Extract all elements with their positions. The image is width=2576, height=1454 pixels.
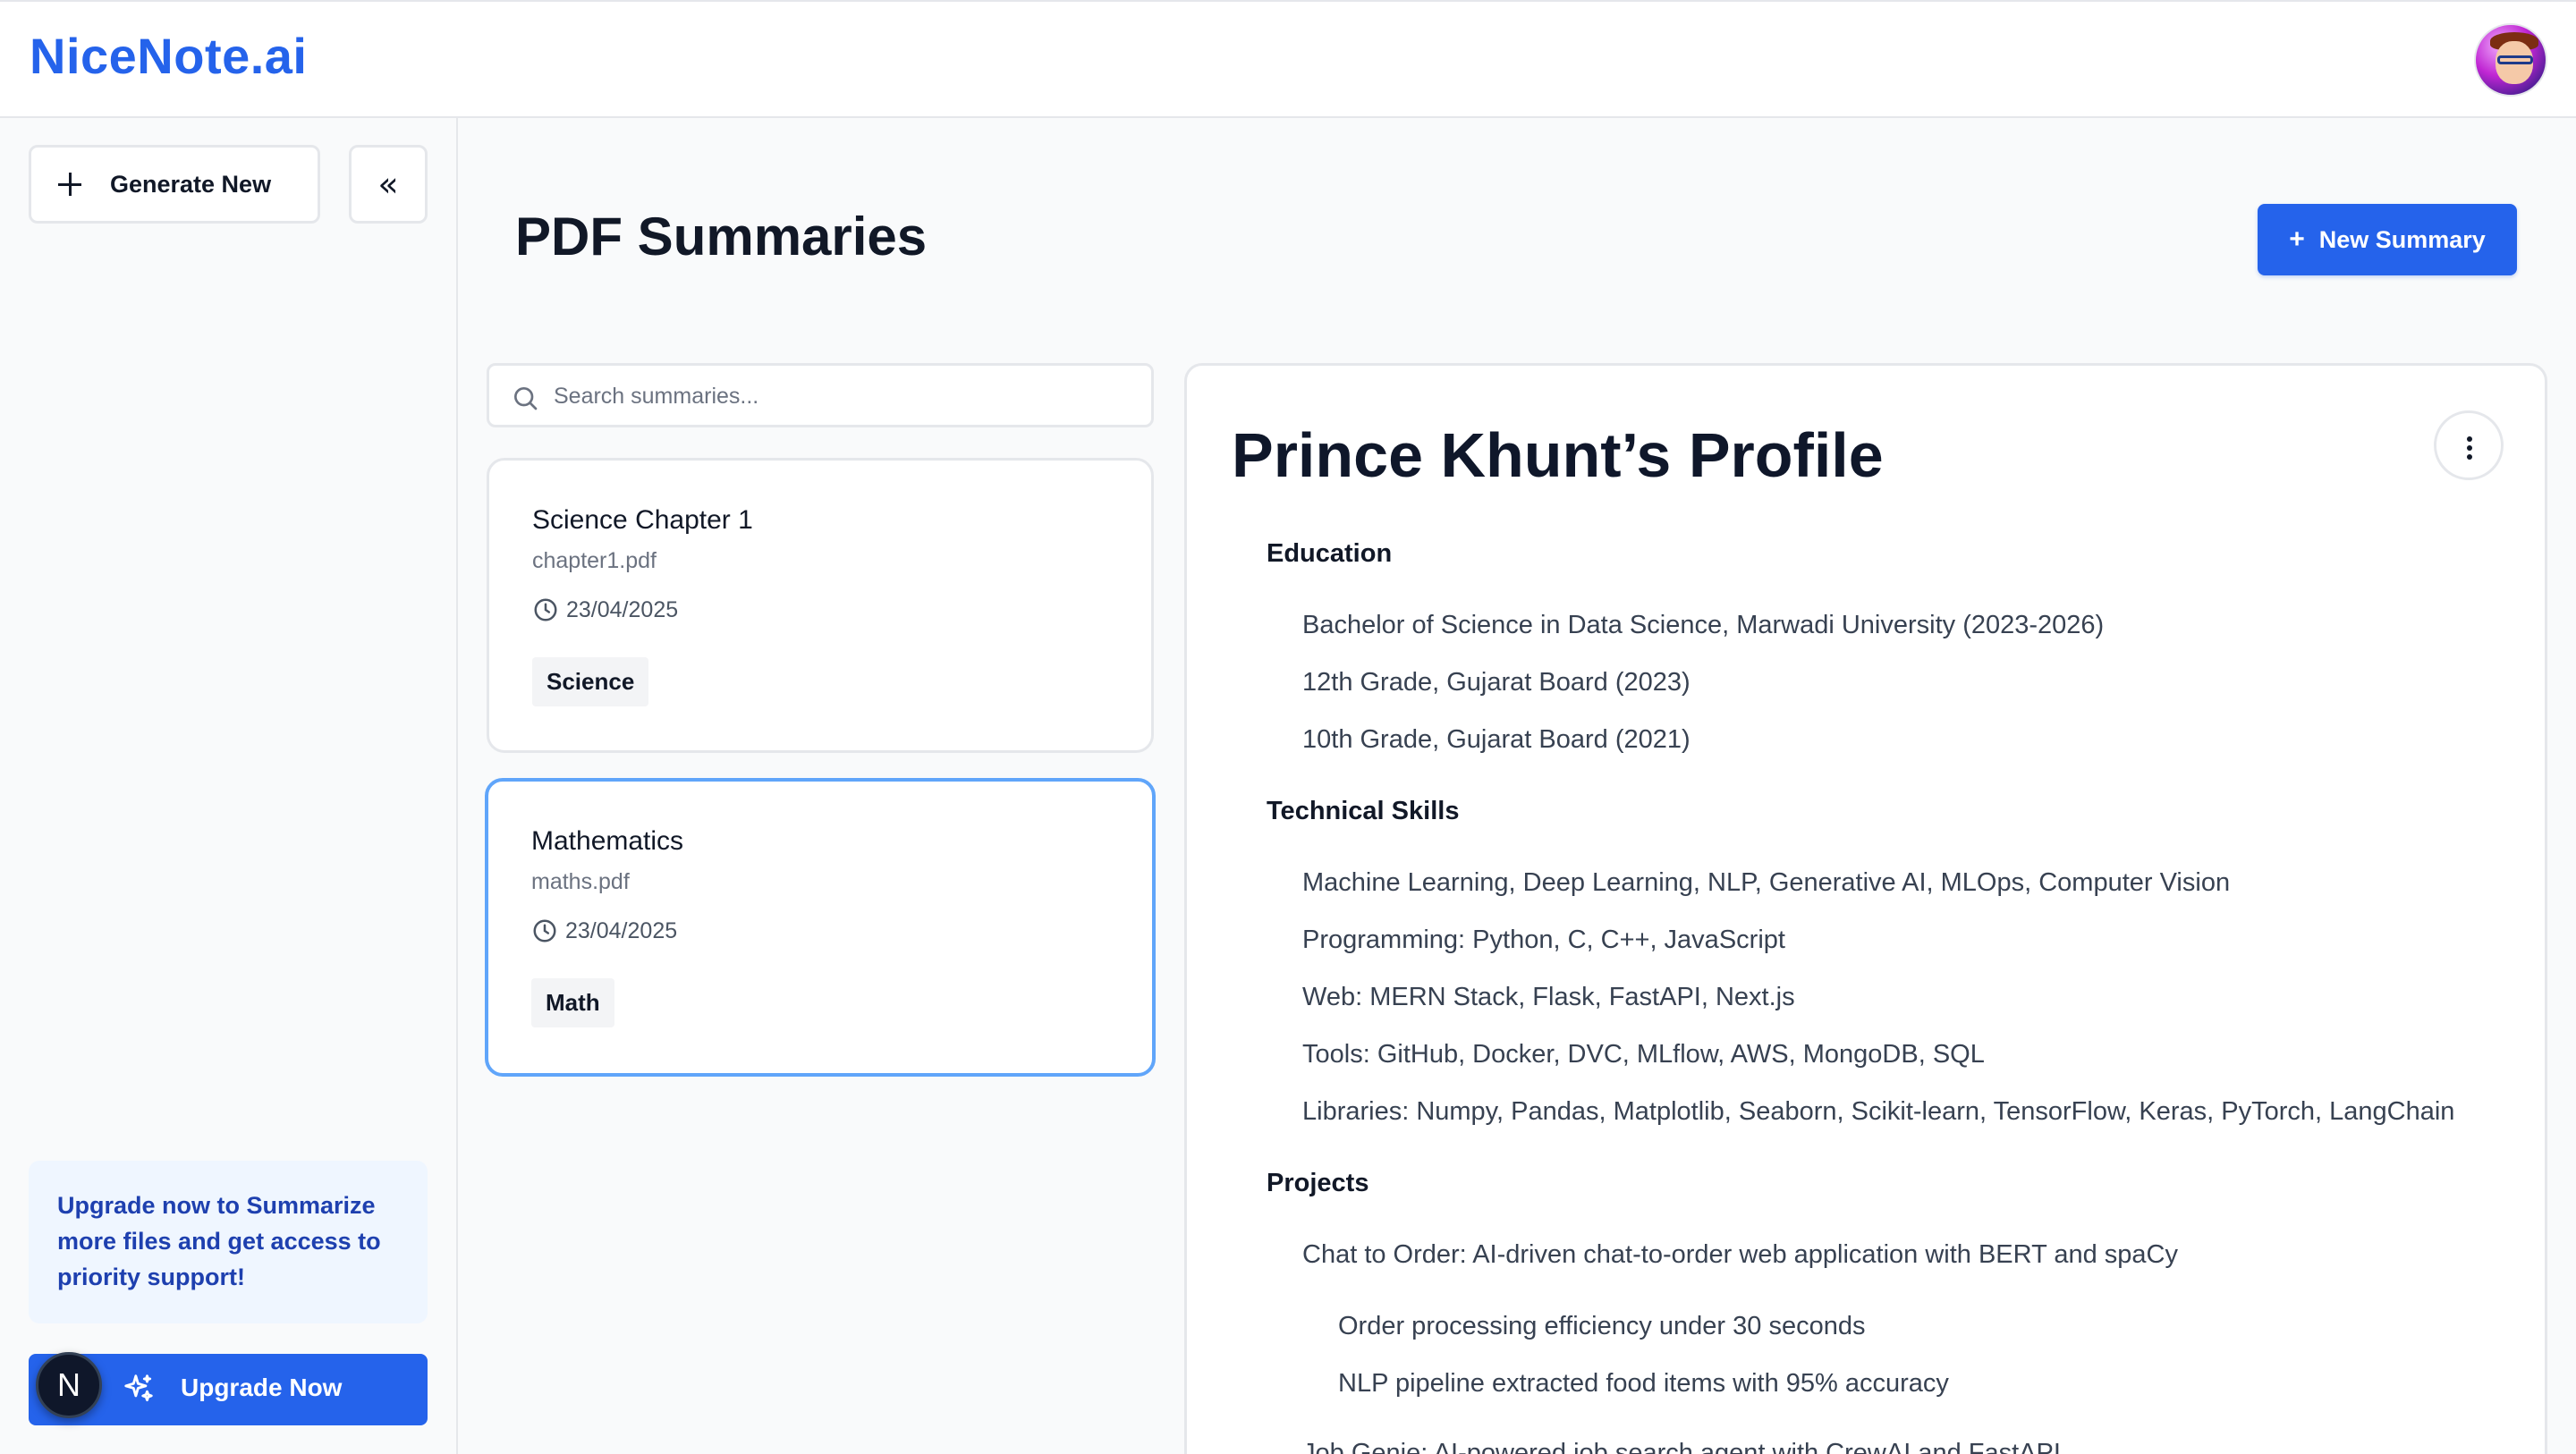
card-date-text: 23/04/2025 <box>566 596 679 622</box>
list-item: Libraries: Numpy, Pandas, Matplotlib, Se… <box>1302 1097 2455 1126</box>
clock-icon <box>534 598 557 621</box>
card-date: 23/04/2025 <box>532 596 678 623</box>
card-filename: maths.pdf <box>531 869 630 894</box>
section-heading-skills: Technical Skills <box>1267 797 1460 825</box>
plus-icon: + <box>2289 224 2305 254</box>
plus-icon <box>58 173 81 196</box>
summary-card[interactable]: Science Chapter 1 chapter1.pdf 23/04/202… <box>487 458 1154 753</box>
brand-logo[interactable]: NiceNote.ai <box>30 27 308 85</box>
list-item: Programming: Python, C, C++, JavaScript <box>1302 926 1785 954</box>
page-title: PDF Summaries <box>515 207 928 266</box>
card-filename: chapter1.pdf <box>532 548 657 573</box>
summary-card-selected[interactable]: Mathematics maths.pdf 23/04/2025 Math <box>485 778 1156 1077</box>
search-box[interactable] <box>487 363 1154 427</box>
nextjs-badge[interactable]: N <box>36 1352 102 1418</box>
section-heading-education: Education <box>1267 539 1393 568</box>
search-input[interactable] <box>554 378 1126 414</box>
collapse-sidebar-button[interactable]: « <box>349 145 428 224</box>
sub-list-item: NLP pipeline extracted food items with 9… <box>1338 1369 1949 1398</box>
card-date: 23/04/2025 <box>531 917 677 944</box>
list-item: Bachelor of Science in Data Science, Mar… <box>1302 611 2105 639</box>
list-item: Job Genie: AI-powered job search agent w… <box>1302 1439 2061 1454</box>
card-date-text: 23/04/2025 <box>565 917 678 943</box>
new-summary-label: New Summary <box>2318 225 2486 253</box>
list-item: Machine Learning, Deep Learning, NLP, Ge… <box>1302 868 2231 897</box>
top-bar: NiceNote.ai <box>0 0 2576 118</box>
list-item: 12th Grade, Gujarat Board (2023) <box>1302 668 1690 697</box>
double-chevron-left-icon: « <box>377 165 399 204</box>
sub-list-item: Order processing efficiency under 30 sec… <box>1338 1312 1866 1340</box>
card-tag: Math <box>531 978 614 1027</box>
generate-new-label: Generate New <box>110 170 272 198</box>
list-item: 10th Grade, Gujarat Board (2021) <box>1302 725 1690 754</box>
summary-detail-panel: Prince Khunt’s Profile Education Bachelo… <box>1184 363 2547 1454</box>
summary-heading: Prince Khunt’s Profile <box>1232 420 1884 490</box>
upgrade-now-label: Upgrade Now <box>181 1374 343 1401</box>
sidebar: Generate New « Upgrade now to Summarize … <box>0 118 458 1454</box>
avatar-glasses <box>2497 55 2533 64</box>
list-item: Web: MERN Stack, Flask, FastAPI, Next.js <box>1302 983 1795 1011</box>
upgrade-note: Upgrade now to Summarize more files and … <box>29 1161 428 1323</box>
list-item: Tools: GitHub, Docker, DVC, MLflow, AWS,… <box>1302 1040 1985 1069</box>
section-heading-projects: Projects <box>1267 1169 1369 1197</box>
new-summary-button[interactable]: + New Summary <box>2258 204 2517 275</box>
clock-icon <box>533 919 556 943</box>
more-options-button[interactable] <box>2434 410 2504 480</box>
card-title: Science Chapter 1 <box>532 505 753 535</box>
card-title: Mathematics <box>531 826 684 856</box>
card-tag: Science <box>532 657 649 706</box>
sparkle-icon <box>124 1374 153 1402</box>
list-item: Chat to Order: AI-driven chat-to-order w… <box>1302 1240 2178 1269</box>
search-icon <box>514 387 538 410</box>
user-avatar[interactable] <box>2474 23 2547 97</box>
generate-new-button[interactable]: Generate New <box>29 145 320 224</box>
